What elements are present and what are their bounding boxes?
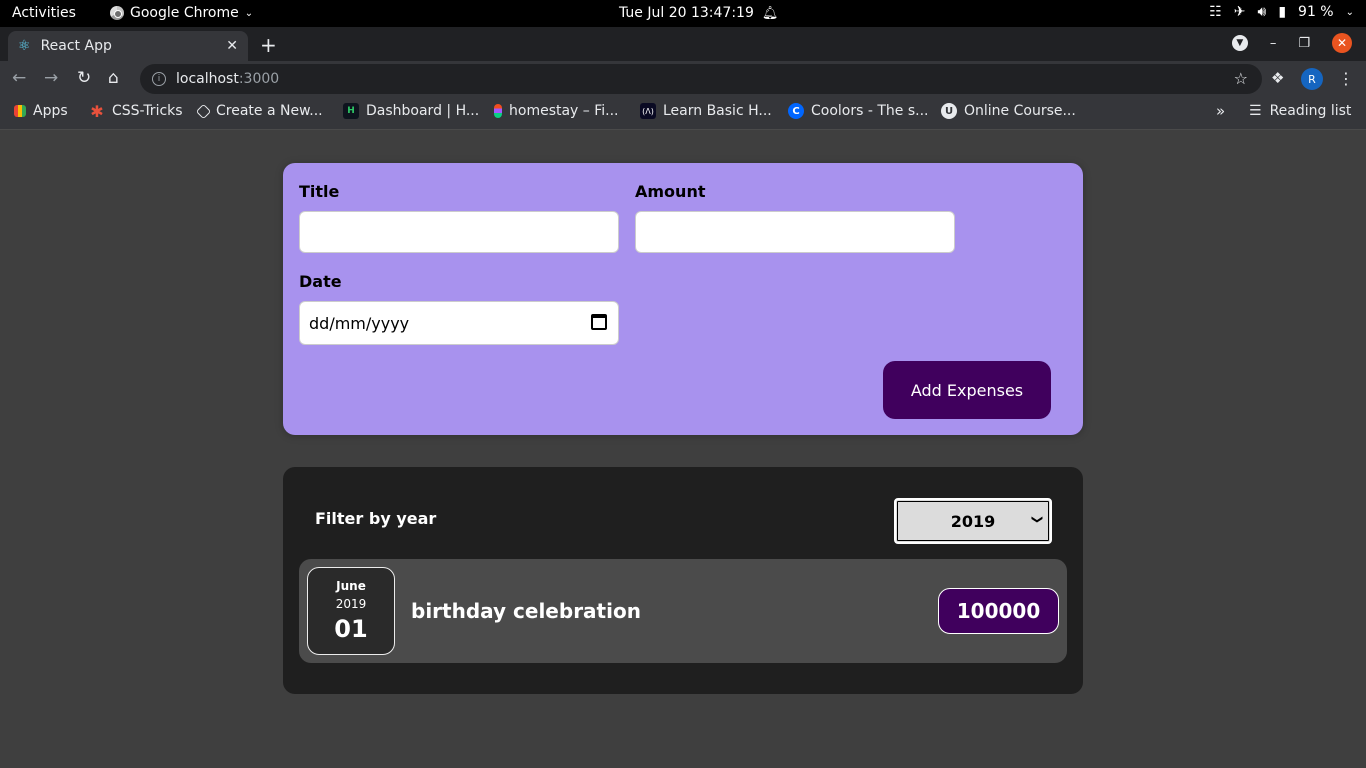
amount-label: Amount bbox=[635, 182, 706, 201]
expense-day: 01 bbox=[334, 615, 368, 643]
chevron-down-icon: ❯ bbox=[1030, 514, 1044, 525]
bookmark-label: Learn Basic H... bbox=[663, 103, 772, 119]
bookmark-label: homestay – Fi... bbox=[509, 103, 619, 119]
expense-year: 2019 bbox=[335, 597, 367, 611]
freecodecamp-icon: (Λ) bbox=[640, 103, 656, 119]
date-placeholder: dd/mm/yyyy bbox=[309, 313, 410, 333]
restore-button[interactable]: ❐ bbox=[1298, 36, 1310, 51]
expense-date: June 2019 01 bbox=[307, 567, 395, 655]
bell-icon: 🔔︎ bbox=[761, 5, 779, 21]
bookmark-label: Online Course... bbox=[964, 103, 1076, 119]
bookmark-hackerrank[interactable]: H Dashboard | H... bbox=[343, 103, 479, 119]
tab-strip: ⚛︎ React App ✕ + ▼ – ❐ ✕ bbox=[0, 27, 1366, 61]
year-filter-select[interactable]: 2019 ❯ bbox=[894, 498, 1052, 544]
window-controls: ▼ – ❐ ✕ bbox=[1231, 33, 1352, 53]
calendar-icon[interactable] bbox=[591, 314, 607, 330]
clock-text: Tue Jul 20 13:47:19 bbox=[619, 5, 754, 21]
close-icon[interactable]: ✕ bbox=[226, 38, 238, 54]
volume-icon: 🔊︎ bbox=[1257, 4, 1267, 20]
react-icon: ⚛︎ bbox=[18, 38, 31, 54]
url-host: localhost bbox=[176, 71, 239, 87]
profile-avatar[interactable]: R bbox=[1301, 68, 1323, 90]
date-label: Date bbox=[299, 272, 342, 291]
bookmarks-bar: Apps ✱ CSS-Tricks Create a New... H Dash… bbox=[0, 97, 1366, 130]
network-icon: ☷ bbox=[1209, 4, 1222, 20]
activities-button[interactable]: Activities bbox=[12, 5, 76, 21]
figma-icon bbox=[494, 104, 502, 118]
minimize-button[interactable]: – bbox=[1270, 36, 1277, 51]
bookmark-label: Apps bbox=[33, 103, 68, 119]
app-name: Google Chrome bbox=[130, 5, 239, 21]
hackerrank-icon: H bbox=[343, 103, 359, 119]
new-expense-form: Title Amount Date dd/mm/yyyy Add Expense… bbox=[283, 163, 1083, 435]
date-input[interactable]: dd/mm/yyyy bbox=[299, 301, 619, 345]
filter-label: Filter by year bbox=[315, 509, 437, 528]
bookmark-label: Create a New... bbox=[216, 103, 323, 119]
page-content: Title Amount Date dd/mm/yyyy Add Expense… bbox=[0, 130, 1366, 768]
battery-level: 91 % bbox=[1298, 4, 1334, 20]
airplane-icon: ✈︎ bbox=[1233, 4, 1246, 20]
title-label: Title bbox=[299, 182, 340, 201]
bookmark-codepen[interactable]: Create a New... bbox=[195, 103, 323, 119]
expense-month: June bbox=[336, 579, 366, 593]
expense-title: birthday celebration bbox=[411, 599, 641, 623]
browser-toolbar: ← → ↻ ⌂ i localhost:3000 ☆ ❖ R ⋮ bbox=[0, 61, 1366, 97]
selected-year: 2019 bbox=[950, 511, 996, 531]
forward-icon[interactable]: → bbox=[44, 68, 58, 88]
tab-title: React App bbox=[40, 38, 112, 54]
chrome-icon bbox=[110, 6, 124, 20]
udemy-icon: U bbox=[941, 103, 957, 119]
css-tricks-icon: ✱ bbox=[90, 101, 104, 121]
bookmark-udemy[interactable]: U Online Course... bbox=[941, 103, 1076, 119]
reading-list-label: Reading list bbox=[1269, 103, 1352, 119]
url-port: :3000 bbox=[238, 71, 280, 87]
more-menu-icon[interactable]: ⋮ bbox=[1338, 69, 1354, 88]
battery-icon: ▮ bbox=[1278, 4, 1287, 20]
info-icon[interactable]: i bbox=[152, 72, 166, 86]
back-icon[interactable]: ← bbox=[12, 68, 26, 88]
close-window-button[interactable]: ✕ bbox=[1332, 33, 1352, 53]
address-bar[interactable]: i localhost:3000 ☆ bbox=[140, 64, 1262, 94]
reading-list-button[interactable]: ☰ Reading list bbox=[1249, 103, 1351, 119]
app-menu[interactable]: Google Chrome ⌄ bbox=[110, 5, 253, 21]
clock[interactable]: Tue Jul 20 13:47:19 🔔︎ bbox=[619, 5, 778, 21]
chevron-down-icon: ⌄ bbox=[244, 7, 254, 19]
coolors-icon: C bbox=[788, 103, 804, 119]
bookmark-apps[interactable]: Apps bbox=[14, 103, 68, 119]
bookmark-coolors[interactable]: C Coolors - The s... bbox=[788, 103, 929, 119]
add-expenses-button[interactable]: Add Expenses bbox=[883, 361, 1051, 419]
apps-grid-icon bbox=[14, 105, 26, 117]
more-bookmarks-icon[interactable]: » bbox=[1216, 102, 1225, 120]
new-tab-button[interactable]: + bbox=[260, 33, 277, 57]
tab-search-icon[interactable]: ▼ bbox=[1231, 35, 1248, 51]
expenses-list: Filter by year 2019 ❯ June 2019 01 birth… bbox=[283, 467, 1083, 694]
bookmark-css-tricks[interactable]: ✱ CSS-Tricks bbox=[89, 101, 183, 121]
reload-icon[interactable]: ↻ bbox=[77, 68, 91, 88]
browser-tab[interactable]: ⚛︎ React App ✕ bbox=[8, 31, 248, 61]
chevron-down-icon: ⌄ bbox=[1345, 6, 1354, 18]
reading-list-icon: ☰ bbox=[1249, 103, 1262, 119]
system-tray[interactable]: ☷ ✈︎ 🔊︎ ▮ 91 % ⌄ bbox=[1209, 4, 1354, 20]
bookmark-freecodecamp[interactable]: (Λ) Learn Basic H... bbox=[640, 103, 772, 119]
amount-input[interactable] bbox=[635, 211, 955, 253]
bookmark-figma[interactable]: homestay – Fi... bbox=[494, 103, 619, 119]
bookmark-label: Coolors - The s... bbox=[811, 103, 929, 119]
bookmark-label: CSS-Tricks bbox=[112, 103, 183, 119]
extensions-icon[interactable]: ❖ bbox=[1271, 69, 1284, 87]
home-icon[interactable]: ⌂ bbox=[108, 68, 119, 88]
codepen-icon bbox=[195, 103, 212, 119]
system-top-bar: Activities Google Chrome ⌄ Tue Jul 20 13… bbox=[0, 0, 1366, 27]
bookmark-label: Dashboard | H... bbox=[366, 103, 480, 119]
expense-item[interactable]: June 2019 01 birthday celebration 100000 bbox=[299, 559, 1067, 663]
title-input[interactable] bbox=[299, 211, 619, 253]
expense-amount: 100000 bbox=[938, 588, 1059, 634]
bookmark-star-icon[interactable]: ☆ bbox=[1234, 69, 1248, 88]
